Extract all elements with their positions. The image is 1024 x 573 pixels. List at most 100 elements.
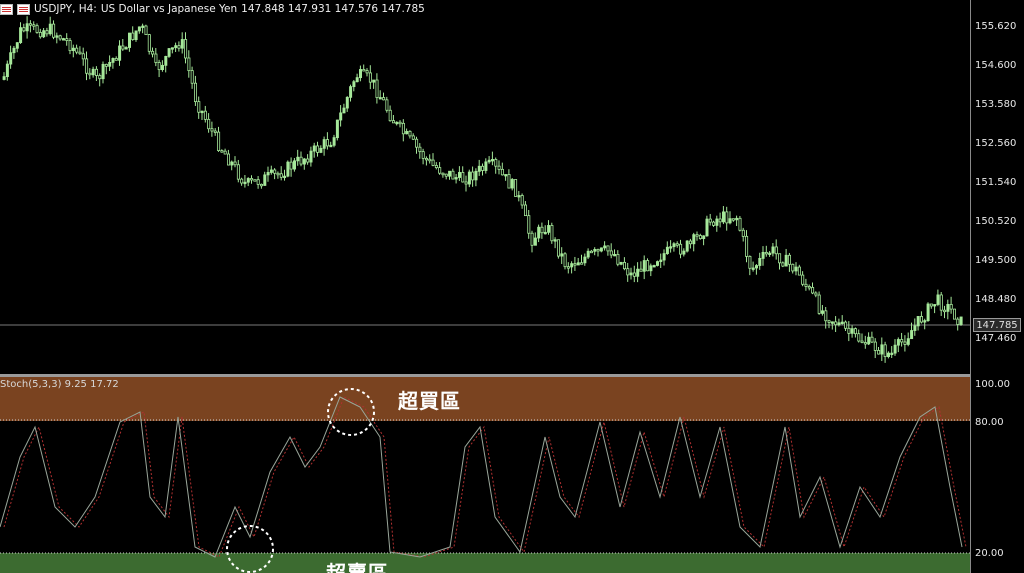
candle-body	[764, 251, 768, 255]
candle-body	[263, 174, 267, 186]
candle-body	[401, 122, 405, 135]
candle-body	[28, 23, 32, 26]
candle-body	[487, 159, 491, 163]
oversold-label: 超賣區	[326, 561, 389, 573]
candle-body	[920, 316, 924, 323]
candle-body	[131, 32, 135, 40]
price-tick: 149.500	[975, 255, 1017, 266]
candle-body	[500, 168, 504, 176]
candle-body	[141, 25, 145, 28]
candle-body	[797, 266, 801, 276]
candle-body	[12, 47, 16, 54]
candle-body	[448, 170, 452, 177]
overbought-highlight-circle	[327, 388, 375, 436]
candle-body	[768, 252, 772, 256]
candle-body	[540, 226, 544, 234]
candle-body	[233, 161, 237, 166]
candle-body	[65, 38, 69, 41]
current-price-tag: 147.785	[973, 318, 1021, 332]
candle-body	[95, 68, 99, 76]
window-icon[interactable]	[17, 3, 30, 15]
candle-body	[81, 53, 85, 60]
candle-body	[906, 338, 910, 345]
candle-body	[283, 175, 287, 179]
candle-body	[428, 158, 432, 162]
candle-body	[814, 292, 818, 296]
candle-body	[827, 320, 831, 323]
candle-body	[705, 218, 709, 237]
symbol-description: US Dollar vs Japanese Yen	[100, 3, 238, 15]
candle-body	[385, 99, 389, 111]
candle-body	[98, 75, 102, 80]
candle-body	[292, 160, 296, 170]
candle-body	[45, 30, 49, 35]
candle-body	[599, 247, 603, 252]
candle-body	[685, 240, 689, 252]
candle-body	[250, 178, 254, 181]
candle-body	[603, 245, 607, 249]
candle-body	[830, 321, 834, 324]
candle-body	[388, 109, 392, 122]
candle-body	[484, 161, 488, 171]
candle-body	[514, 179, 518, 197]
candle-body	[524, 204, 528, 217]
candle-body	[299, 156, 303, 165]
candle-body	[349, 86, 353, 98]
candle-body	[873, 341, 877, 351]
candle-body	[85, 58, 89, 74]
price-tick: 155.620	[975, 21, 1017, 32]
candle-body	[91, 68, 95, 76]
candle-body	[900, 339, 904, 343]
candle-body	[722, 211, 726, 223]
candle-body	[246, 178, 250, 183]
candle-body	[286, 161, 290, 177]
candle-body	[345, 96, 349, 109]
candle-body	[840, 321, 844, 324]
candle-body	[38, 32, 42, 38]
stochastic-pane[interactable]: Stoch(5,3,3) 9.25 17.72 超買區 超賣區	[0, 377, 970, 573]
candle-body	[342, 107, 346, 114]
candle-body	[187, 57, 191, 72]
candle-body	[834, 321, 838, 326]
candle-body	[639, 268, 643, 272]
candle-body	[431, 159, 435, 166]
candle-body	[467, 171, 471, 185]
candle-body	[867, 336, 871, 345]
candle-body	[75, 47, 79, 53]
candle-body	[821, 310, 825, 314]
candle-body	[857, 333, 861, 342]
chart-title-bar: USDJPY, H4: US Dollar vs Japanese Yen 14…	[0, 0, 425, 18]
candle-body	[738, 217, 742, 231]
candle-body	[190, 70, 194, 84]
candle-body	[778, 253, 782, 264]
candle-body	[68, 40, 72, 52]
price-axis[interactable]: 155.620 154.600 153.580 152.560 151.540 …	[970, 0, 1024, 573]
candle-body	[319, 147, 323, 153]
candle-body	[695, 234, 699, 237]
candle-body	[543, 231, 547, 235]
candle-body	[108, 61, 112, 67]
candle-body	[903, 341, 907, 345]
candle-body	[276, 172, 280, 176]
candle-body	[197, 101, 201, 113]
candle-body	[316, 145, 320, 153]
candle-body	[104, 63, 108, 67]
candle-body	[788, 254, 792, 265]
candle-body	[698, 235, 702, 240]
candle-body	[137, 26, 141, 32]
candle-body	[355, 77, 359, 83]
candle-body	[520, 195, 524, 206]
candle-body	[692, 234, 696, 245]
candle-body	[352, 81, 356, 88]
candle-body	[372, 79, 376, 83]
candle-body	[887, 352, 891, 357]
candle-body	[464, 181, 468, 185]
candle-body	[240, 178, 244, 184]
candle-body	[504, 174, 508, 177]
price-tick: 147.460	[975, 333, 1017, 344]
candle-body	[217, 131, 221, 152]
candlestick-chart[interactable]	[0, 0, 970, 374]
price-chart-pane[interactable]: USDJPY, H4: US Dollar vs Japanese Yen 14…	[0, 0, 970, 374]
candle-body	[71, 47, 75, 52]
candle-body	[675, 243, 679, 246]
